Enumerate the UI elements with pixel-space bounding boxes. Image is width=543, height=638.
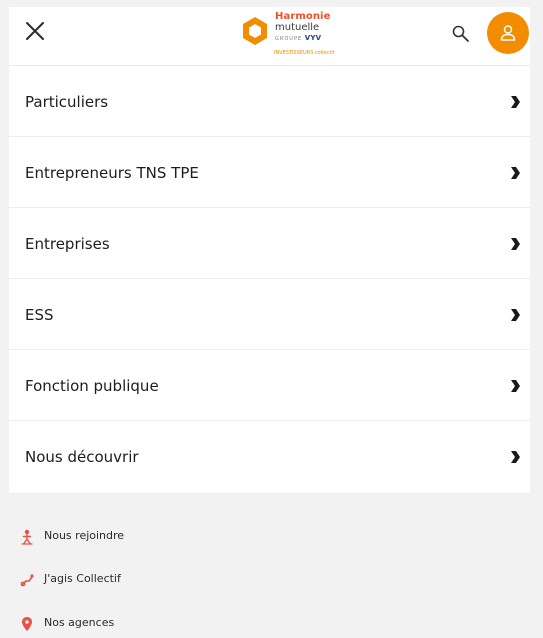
menu-item-label: ESS [25, 306, 54, 324]
chevron-right-icon [511, 380, 520, 392]
user-icon [500, 25, 516, 41]
account-button[interactable] [487, 12, 529, 54]
menu-item-label: Entreprises [25, 235, 110, 253]
close-button[interactable] [23, 19, 47, 43]
footer-link-label: Nous rejoindre [44, 529, 125, 542]
main-menu: Particuliers Entrepreneurs TNS TPE Entre… [9, 66, 530, 493]
chevron-right-icon [511, 238, 520, 250]
hexagon-logo-icon [243, 17, 267, 45]
logo-brand-line1: Harmonie [275, 11, 331, 22]
menu-item-label: Particuliers [25, 93, 109, 111]
logo-group-line: GROUPE VYV [275, 35, 330, 42]
search-icon [452, 25, 469, 42]
brand-logo[interactable]: Harmonie mutuelle GROUPE VYV INVESTISSEU… [238, 10, 342, 60]
handshake-icon [20, 574, 34, 587]
logo-brand-line2: mutuelle [275, 22, 320, 33]
menu-item-particuliers[interactable]: Particuliers [9, 66, 530, 137]
map-pin-icon [22, 617, 32, 631]
close-icon [26, 22, 44, 40]
footer-link-label: J'agis Collectif [44, 572, 121, 585]
logo-wordmark: Harmonie mutuelle GROUPE VYV [275, 12, 330, 42]
chevron-right-icon [511, 96, 520, 108]
menu-item-ess[interactable]: ESS [9, 279, 530, 350]
menu-item-entreprises[interactable]: Entreprises [9, 208, 530, 279]
menu-item-label: Entrepreneurs TNS TPE [25, 164, 199, 182]
header-bar: Harmonie mutuelle GROUPE VYV INVESTISSEU… [9, 7, 530, 66]
footer-links: Nous rejoindre J'agis Collectif Nos agen… [0, 493, 543, 638]
chevron-right-icon [511, 451, 520, 463]
people-icon [21, 529, 33, 545]
menu-item-label: Nous découvrir [25, 448, 139, 466]
logo-tagline: INVESTISSEURS collectif [274, 50, 335, 56]
menu-item-label: Fonction publique [25, 377, 159, 395]
mobile-menu-page: Harmonie mutuelle GROUPE VYV INVESTISSEU… [0, 0, 543, 638]
menu-item-nous-decouvrir[interactable]: Nous découvrir [9, 421, 530, 492]
menu-item-entrepreneurs[interactable]: Entrepreneurs TNS TPE [9, 137, 530, 208]
logo-group-prefix: GROUPE [275, 36, 303, 42]
chevron-right-icon [511, 167, 520, 179]
menu-item-fonction-publique[interactable]: Fonction publique [9, 350, 530, 421]
logo-group-name: VYV [304, 34, 322, 42]
search-button[interactable] [451, 24, 471, 44]
chevron-right-icon [511, 309, 520, 321]
footer-link-label: Nos agences [44, 616, 115, 629]
